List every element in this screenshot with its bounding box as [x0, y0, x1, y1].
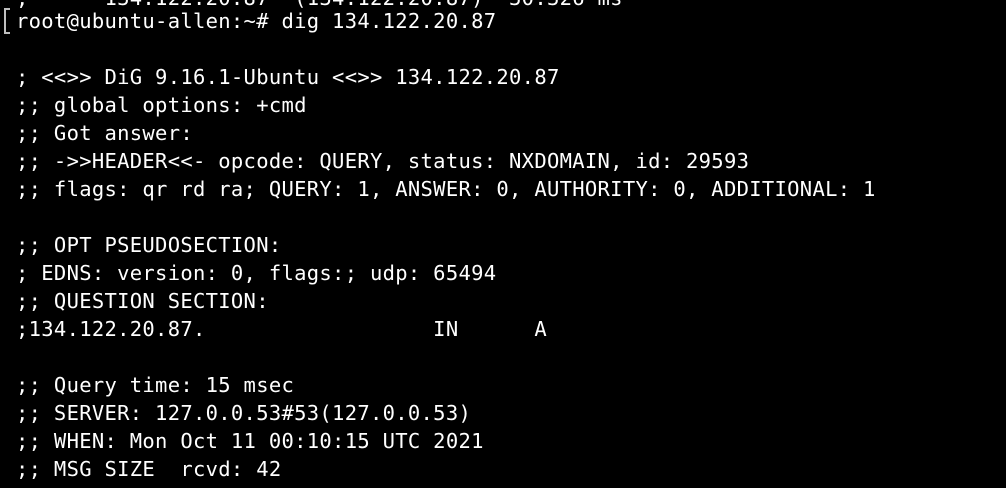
output-line: ;; MSG SIZE rcvd: 42	[16, 457, 282, 481]
output-line: ;; WHEN: Mon Oct 11 00:10:15 UTC 2021	[16, 429, 484, 453]
terminal-window[interactable]: ; 134.122.20.87 (134.122.20.87) 30.326 m…	[0, 0, 1006, 488]
output-line: ;; QUESTION SECTION:	[16, 289, 269, 313]
output-line: ;; OPT PSEUDOSECTION:	[16, 233, 282, 257]
output-line: ;; Got answer:	[16, 121, 193, 145]
output-line: ; EDNS: version: 0, flags:; udp: 65494	[16, 261, 497, 285]
output-line: ;134.122.20.87. IN A	[16, 317, 547, 341]
output-line: ; <<>> DiG 9.16.1-Ubuntu <<>> 134.122.20…	[16, 65, 560, 89]
output-line: ;; SERVER: 127.0.0.53#53(127.0.0.53)	[16, 401, 472, 425]
output-line: ;; flags: qr rd ra; QUERY: 1, ANSWER: 0,…	[16, 177, 876, 201]
output-line: ;; global options: +cmd	[16, 93, 307, 117]
command-prompt-line: root@ubuntu-allen:~# dig 134.122.20.87	[16, 9, 497, 33]
output-line: ;; ->>HEADER<<- opcode: QUERY, status: N…	[16, 149, 750, 173]
prompt-mark-icon	[4, 8, 10, 34]
output-line: ;; Query time: 15 msec	[16, 373, 295, 397]
